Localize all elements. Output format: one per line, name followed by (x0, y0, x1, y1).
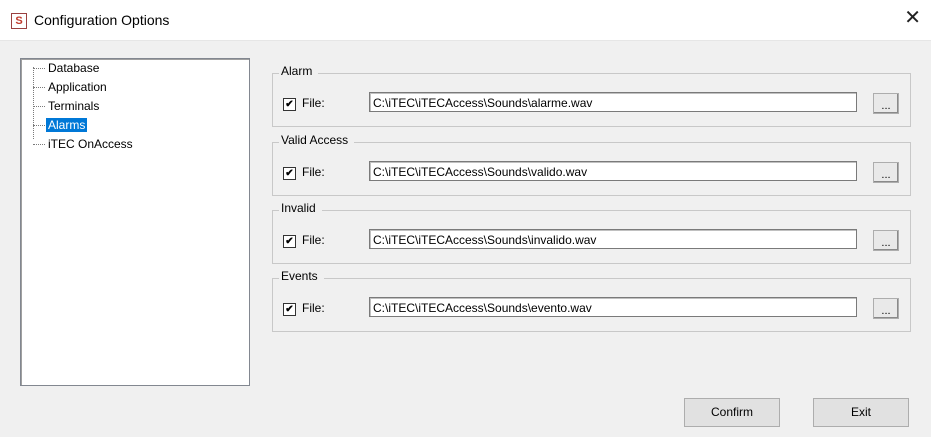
group-title: Valid Access (279, 133, 355, 147)
file-label: File: (302, 96, 325, 110)
events-file-checkbox[interactable]: ✔ (283, 303, 296, 316)
group-title: Events (279, 269, 324, 283)
valid-access-group: Valid Access ✔ File: C:\iTEC\iTECAccess\… (272, 133, 911, 196)
valid-access-file-checkbox[interactable]: ✔ (283, 167, 296, 180)
confirm-button[interactable]: Confirm (684, 398, 780, 427)
invalid-file-checkbox[interactable]: ✔ (283, 235, 296, 248)
valid-access-path-input[interactable]: C:\iTEC\iTECAccess\Sounds\valido.wav (369, 161, 857, 181)
group-title: Invalid (279, 201, 322, 215)
title-bar: S Configuration Options ✕ (0, 0, 931, 41)
invalid-browse-button[interactable]: ... (873, 230, 899, 251)
tree-item-label: Terminals (48, 99, 100, 113)
options-tree[interactable]: Database Application Terminals Alarms iT… (20, 58, 250, 386)
alarm-path-input[interactable]: C:\iTEC\iTECAccess\Sounds\alarme.wav (369, 92, 857, 112)
tree-branch (33, 87, 45, 88)
tree-branch (33, 144, 45, 145)
tree-item-itec-onaccess[interactable]: iTEC OnAccess (46, 136, 135, 152)
tree-item-database[interactable]: Database (46, 60, 101, 76)
exit-button[interactable]: Exit (813, 398, 909, 427)
tree-branch (33, 106, 45, 107)
tree-item-application[interactable]: Application (46, 79, 109, 95)
window-title: Configuration Options (34, 12, 170, 28)
tree-connector (33, 67, 34, 139)
alarm-file-checkbox[interactable]: ✔ (283, 98, 296, 111)
file-label: File: (302, 165, 325, 179)
events-group: Events ✔ File: C:\iTEC\iTECAccess\Sounds… (272, 269, 911, 332)
tree-item-label: iTEC OnAccess (48, 137, 133, 151)
group-title: Alarm (279, 64, 319, 78)
tree-item-label: Database (48, 61, 100, 75)
tree-item-terminals[interactable]: Terminals (46, 98, 101, 114)
tree-branch (33, 68, 45, 69)
alarm-group: Alarm ✔ File: C:\iTEC\iTECAccess\Sounds\… (272, 64, 911, 127)
tree-item-label: Alarms (46, 118, 88, 132)
tree-item-alarms[interactable]: Alarms (46, 117, 88, 133)
events-path-input[interactable]: C:\iTEC\iTECAccess\Sounds\evento.wav (369, 297, 857, 317)
tree-branch (33, 125, 45, 126)
events-browse-button[interactable]: ... (873, 298, 899, 319)
app-logo-icon: S (11, 13, 27, 29)
close-icon[interactable]: ✕ (904, 8, 921, 28)
file-label: File: (302, 301, 325, 315)
tree-item-label: Application (48, 80, 107, 94)
invalid-path-input[interactable]: C:\iTEC\iTECAccess\Sounds\invalido.wav (369, 229, 857, 249)
valid-access-browse-button[interactable]: ... (873, 162, 899, 183)
invalid-group: Invalid ✔ File: C:\iTEC\iTECAccess\Sound… (272, 201, 911, 264)
alarm-browse-button[interactable]: ... (873, 93, 899, 114)
file-label: File: (302, 233, 325, 247)
